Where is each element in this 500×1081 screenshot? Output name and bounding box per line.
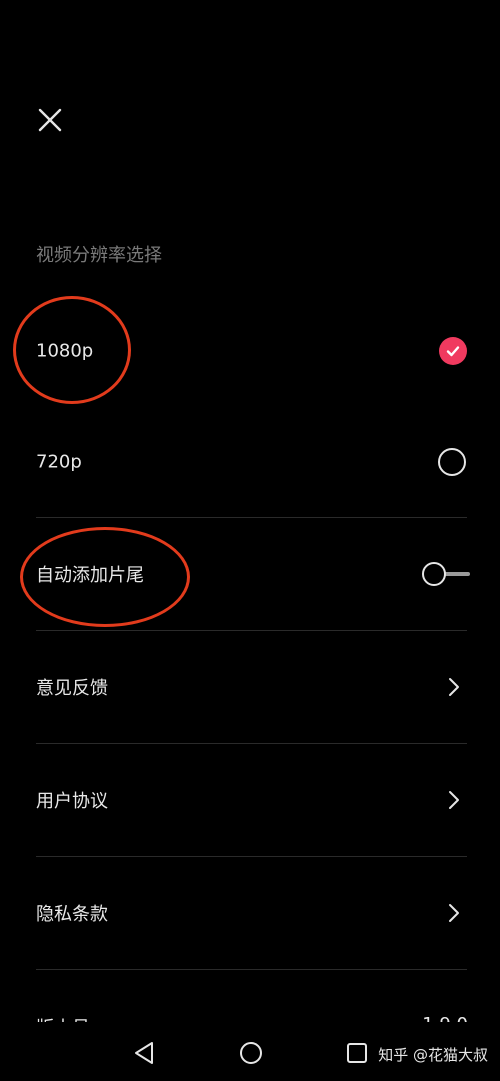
- auto-outro-label: 自动添加片尾: [36, 565, 144, 586]
- chevron-right-icon: [449, 791, 459, 809]
- resolution-label-1080p: 1080p: [36, 340, 94, 362]
- menu-item-label: 意见反馈: [36, 678, 108, 699]
- menu-item-label: 用户协议: [36, 791, 108, 812]
- back-triangle-icon: [135, 1042, 153, 1064]
- nav-back-button[interactable]: [131, 1040, 157, 1066]
- auto-outro-toggle[interactable]: [422, 560, 470, 588]
- menu-item-privacy-policy[interactable]: 隐私条款: [0, 858, 500, 968]
- section-title: 视频分辨率选择: [36, 245, 162, 266]
- resolution-option-1080p[interactable]: 1080p: [0, 296, 500, 406]
- divider: [36, 630, 467, 631]
- chevron-right-icon: [449, 904, 459, 922]
- system-nav-bar: 知乎 @花猫大叔: [0, 1022, 500, 1081]
- resolution-label-720p: 720p: [36, 451, 82, 473]
- menu-item-label: 隐私条款: [36, 904, 108, 925]
- divider: [36, 969, 467, 970]
- divider: [36, 856, 467, 857]
- nav-home-button[interactable]: [238, 1040, 264, 1066]
- recents-square-icon: [347, 1043, 367, 1063]
- toggle-knob: [422, 562, 446, 586]
- divider: [36, 743, 467, 744]
- home-circle-icon: [240, 1042, 262, 1064]
- watermark-text: 知乎 @花猫大叔: [378, 1046, 488, 1064]
- close-icon: [38, 108, 62, 132]
- divider: [36, 517, 467, 518]
- resolution-option-720p[interactable]: 720p: [0, 407, 500, 517]
- menu-item-user-agreement[interactable]: 用户协议: [0, 745, 500, 855]
- close-button[interactable]: [34, 104, 66, 136]
- nav-recents-button[interactable]: [344, 1040, 370, 1066]
- radio-unchecked-icon: [438, 448, 466, 476]
- auto-outro-row[interactable]: 自动添加片尾: [0, 519, 500, 629]
- menu-item-feedback[interactable]: 意见反馈: [0, 632, 500, 742]
- chevron-right-icon: [449, 678, 459, 696]
- radio-checked-icon: [439, 337, 467, 365]
